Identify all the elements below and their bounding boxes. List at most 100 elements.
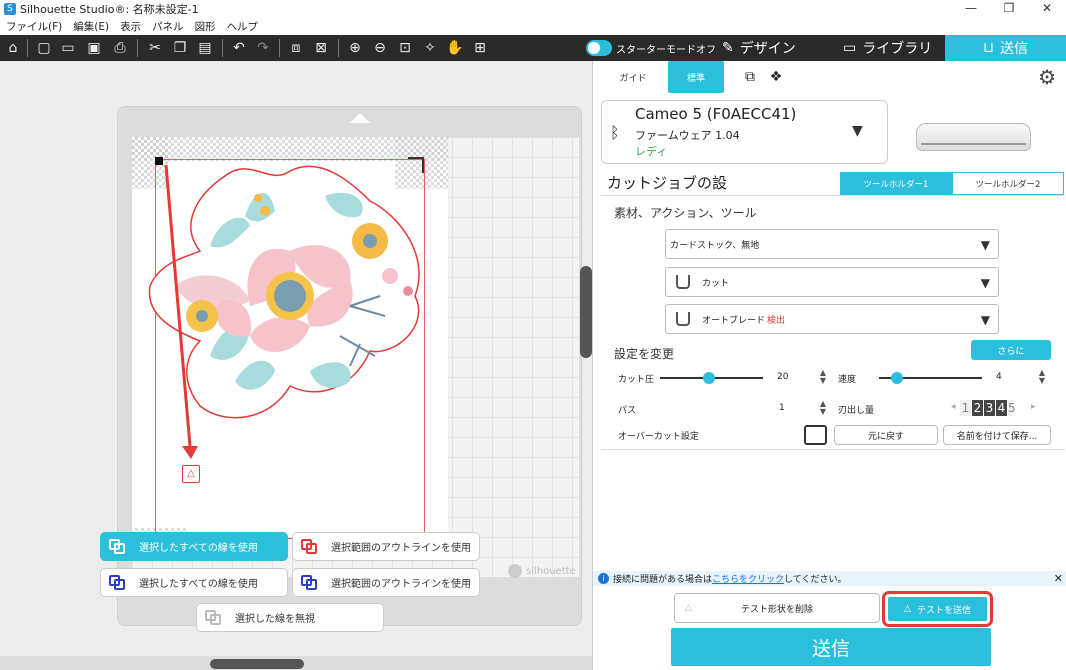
use-selection-outline-button[interactable]: 選択範囲のアウトラインを使用 bbox=[292, 532, 480, 561]
drag-zoom-icon[interactable]: ✧ bbox=[420, 38, 440, 58]
multi-tool-icon[interactable]: ⧉ bbox=[742, 69, 758, 85]
new-document-icon[interactable]: ▢ bbox=[34, 38, 54, 58]
action-dropdown[interactable]: カット ▼ bbox=[665, 267, 999, 297]
connection-info-bar: i 接続に問題がある場合は こちらをクリック してください。 ✕ bbox=[593, 571, 1066, 586]
menu-help[interactable]: ヘルプ bbox=[227, 19, 259, 34]
test-shape-icon[interactable]: △ bbox=[182, 465, 200, 483]
chevron-down-icon[interactable]: ▼ bbox=[852, 123, 863, 139]
horizontal-scrollbar[interactable] bbox=[210, 659, 304, 669]
menu-panel[interactable]: パネル bbox=[152, 19, 184, 34]
fit-to-page-icon[interactable]: ⊞ bbox=[470, 38, 490, 58]
zoom-selection-icon[interactable]: ⊡ bbox=[395, 38, 415, 58]
cutter-machine-image bbox=[916, 123, 1031, 151]
cut-icon[interactable]: ✂ bbox=[145, 38, 165, 58]
device-selector[interactable]: ᛒ Cameo 5 (F0AECC41) ファームウェア 1.04 レディ ▼ bbox=[601, 100, 888, 164]
group-icon[interactable]: ⧈ bbox=[286, 38, 306, 58]
divider bbox=[601, 195, 1065, 196]
home-icon[interactable]: ⌂ bbox=[3, 38, 23, 58]
tab-design-label: デザイン bbox=[739, 41, 796, 57]
close-window-button[interactable]: ✕ bbox=[1028, 0, 1066, 18]
speed-stepper[interactable]: ▲ ▼ bbox=[1038, 369, 1046, 385]
print-icon[interactable]: ⎙ bbox=[110, 38, 130, 58]
speed-slider-knob[interactable] bbox=[891, 372, 903, 384]
more-button[interactable]: さらに bbox=[971, 340, 1051, 360]
blade-digit[interactable]: 2 bbox=[972, 400, 983, 416]
tool-value: オートブレード bbox=[702, 315, 766, 326]
material-dropdown[interactable]: カードストック、無地 ▼ bbox=[665, 229, 999, 259]
passes-label: パス bbox=[618, 406, 637, 416]
gear-icon[interactable]: ⚙ bbox=[1038, 65, 1056, 89]
menu-edit[interactable]: 編集(E) bbox=[73, 19, 109, 34]
blade-digit[interactable]: 5 bbox=[1008, 400, 1016, 416]
blade-depth-increase[interactable]: ▸ bbox=[1031, 402, 1036, 412]
chevron-down-icon: ▼ bbox=[980, 313, 990, 327]
ignore-selected-lines-button[interactable]: 選択した線を無視 bbox=[196, 603, 384, 632]
ungroup-icon[interactable]: ⊠ bbox=[311, 38, 331, 58]
overcut-label: オーバーカット設定 bbox=[618, 432, 699, 442]
tab-standard[interactable]: 標準 bbox=[668, 61, 724, 93]
pan-hand-icon[interactable]: ✋ bbox=[445, 38, 465, 58]
window-title: Silhouette Studio®: 名称未設定-1 bbox=[20, 3, 199, 16]
selection-option-label: 選択した線を無視 bbox=[235, 614, 315, 625]
minimize-button[interactable]: — bbox=[952, 0, 990, 18]
tab-tool-holder-1[interactable]: ツールホルダー1 bbox=[840, 172, 952, 195]
revert-button[interactable]: 元に戻す bbox=[834, 425, 938, 445]
menu-shape[interactable]: 図形 bbox=[195, 19, 216, 34]
autoblade-icon bbox=[676, 312, 690, 326]
fill-mode-icon[interactable]: ❖ bbox=[768, 69, 784, 85]
send-tab-icon: ⊔ bbox=[983, 40, 994, 56]
outline-icon bbox=[301, 538, 319, 555]
close-icon[interactable]: ✕ bbox=[1054, 572, 1063, 585]
toolbar-separator bbox=[137, 39, 138, 57]
zoom-in-icon[interactable]: ⊕ bbox=[345, 38, 365, 58]
delete-test-shape-button[interactable]: △ テスト形状を削除 bbox=[674, 593, 880, 623]
blade-digit[interactable]: 4 bbox=[996, 400, 1007, 416]
blade-digit[interactable]: 1 bbox=[960, 400, 971, 416]
action-value: カット bbox=[702, 278, 730, 289]
maximize-button[interactable]: ❐ bbox=[990, 0, 1028, 18]
force-slider-knob[interactable] bbox=[703, 372, 715, 384]
blade-icon bbox=[676, 275, 690, 289]
blade-digit[interactable]: 3 bbox=[984, 400, 995, 416]
change-settings-title: 設定を変更 bbox=[614, 347, 675, 361]
use-all-selected-lines-button[interactable]: 選択したすべての線を使用 bbox=[100, 532, 288, 561]
use-selection-outline-button-2[interactable]: 選択範囲のアウトラインを使用 bbox=[292, 568, 480, 597]
material-action-tool-title: 素材、アクション、ツール bbox=[614, 206, 757, 220]
zoom-out-icon[interactable]: ⊖ bbox=[370, 38, 390, 58]
force-value: 20 bbox=[777, 372, 789, 382]
info-suffix: してください。 bbox=[784, 575, 847, 585]
tab-send[interactable]: ⊔ 送信 bbox=[945, 35, 1066, 61]
tab-library[interactable]: ▭ ライブラリ bbox=[843, 35, 932, 61]
send-button[interactable]: 送信 bbox=[671, 628, 991, 666]
device-status: レディ bbox=[635, 145, 668, 158]
tab-design[interactable]: ✎ デザイン bbox=[722, 35, 796, 61]
tab-guide[interactable]: ガイド bbox=[603, 61, 663, 93]
copy-icon[interactable]: ❐ bbox=[170, 38, 190, 58]
save-icon[interactable]: ▣ bbox=[84, 38, 104, 58]
mat-watermark-text: silhouette bbox=[526, 565, 576, 577]
starter-mode-label: スターターモードオフ bbox=[616, 44, 716, 56]
toolbar-separator bbox=[27, 39, 28, 57]
tab-tool-holder-2[interactable]: ツールホルダー2 bbox=[952, 172, 1064, 195]
menu-file[interactable]: ファイル(F) bbox=[6, 19, 62, 34]
open-folder-icon[interactable]: ▭ bbox=[58, 38, 78, 58]
passes-stepper[interactable]: ▲ ▼ bbox=[819, 400, 827, 416]
vertical-scrollbar[interactable] bbox=[580, 266, 592, 358]
force-stepper[interactable]: ▲ ▼ bbox=[819, 369, 827, 385]
use-all-selected-lines-button-2[interactable]: 選択したすべての線を使用 bbox=[100, 568, 288, 597]
blade-depth-selector[interactable]: 1 2 3 4 5 bbox=[960, 400, 1016, 416]
canvas-area[interactable]: silhouette △ 選択したすべての線を使用 選択範囲のアウトラインを使用… bbox=[0, 61, 592, 670]
toolbar-separator bbox=[222, 39, 223, 57]
menu-view[interactable]: 表示 bbox=[120, 19, 141, 34]
save-as-button[interactable]: 名前を付けて保存... bbox=[943, 425, 1051, 445]
blade-depth-decrease[interactable]: ◂ bbox=[951, 402, 956, 412]
info-link[interactable]: こちらをクリック bbox=[712, 572, 784, 585]
paste-icon[interactable]: ▤ bbox=[195, 38, 215, 58]
starter-mode-toggle[interactable]: スターターモードオフ bbox=[586, 40, 716, 56]
toggle-switch[interactable] bbox=[586, 40, 612, 56]
overcut-checkbox[interactable] bbox=[804, 425, 827, 445]
redo-icon[interactable]: ↷ bbox=[253, 38, 273, 58]
undo-icon[interactable]: ↶ bbox=[229, 38, 249, 58]
send-test-button[interactable]: △ テストを送信 bbox=[888, 597, 987, 621]
tool-dropdown[interactable]: オートブレード 検出 ▼ bbox=[665, 304, 999, 334]
